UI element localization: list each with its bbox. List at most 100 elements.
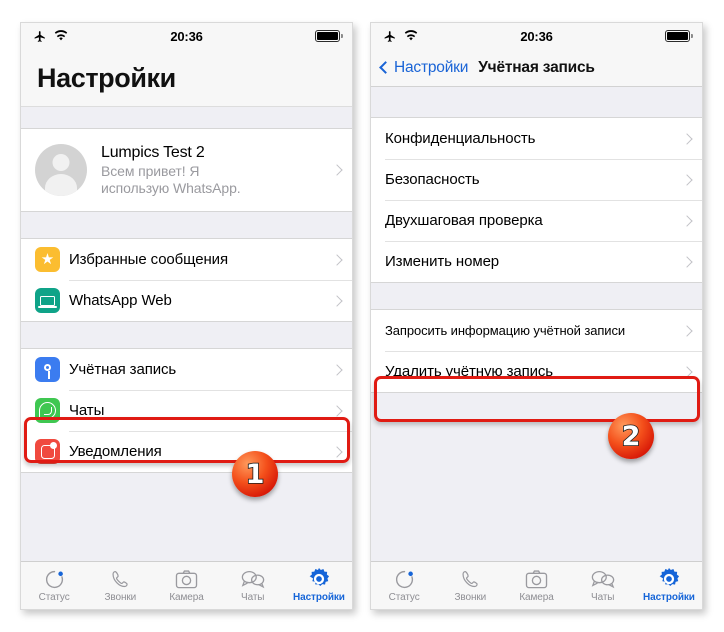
star-icon: ★ bbox=[35, 247, 60, 272]
tab-label: Статус bbox=[38, 592, 70, 603]
tab-camera[interactable]: Камера bbox=[503, 562, 569, 609]
chevron-right-icon bbox=[681, 324, 693, 337]
whatsapp-icon bbox=[35, 398, 60, 423]
profile-row[interactable]: Lumpics Test 2 Всем привет! Я использую … bbox=[21, 129, 352, 211]
chat-bubbles-icon bbox=[591, 568, 615, 590]
row-label: Избранные сообщения bbox=[69, 251, 228, 268]
tab-settings[interactable]: Настройки bbox=[286, 562, 352, 609]
list-item-security[interactable]: Безопасность bbox=[371, 159, 702, 200]
tab-label: Камера bbox=[519, 592, 554, 603]
row-label: Учётная запись bbox=[69, 361, 177, 378]
profile-group: Lumpics Test 2 Всем привет! Я использую … bbox=[21, 128, 352, 212]
section-gap bbox=[21, 107, 352, 128]
chevron-left-icon bbox=[379, 61, 392, 74]
chevron-right-icon bbox=[681, 173, 693, 186]
back-button-label: Настройки bbox=[394, 58, 469, 76]
gear-icon bbox=[658, 568, 680, 590]
tab-status[interactable]: Статус bbox=[371, 562, 437, 609]
step-badge-1-label: 1 bbox=[245, 458, 265, 490]
account-list[interactable]: Конфиденциальность Безопасность Двухшаго… bbox=[371, 87, 702, 561]
profile-status-line-1: Всем привет! Я bbox=[101, 162, 200, 179]
battery-full-icon bbox=[665, 30, 693, 42]
list-item-two-step-verification[interactable]: Двухшаговая проверка bbox=[371, 200, 702, 241]
tab-label: Звонки bbox=[454, 592, 487, 603]
tab-bar-right[interactable]: Статус Звонки Камера Чаты Настройки bbox=[371, 561, 702, 609]
sidebar-item-whatsapp-web[interactable]: WhatsApp Web bbox=[21, 280, 352, 321]
step-badge-1: 1 bbox=[232, 451, 278, 497]
tab-calls[interactable]: Звонки bbox=[437, 562, 503, 609]
row-label: Двухшаговая проверка bbox=[385, 212, 543, 229]
tab-bar-left[interactable]: Статус Звонки Камера Чаты Настройки bbox=[21, 561, 352, 609]
chevron-right-icon bbox=[331, 294, 343, 307]
tab-label: Настройки bbox=[642, 592, 695, 603]
status-bar-left: 20:36 bbox=[21, 23, 352, 49]
row-label: Чаты bbox=[69, 402, 105, 419]
settings-group-1: ★ Избранные сообщения WhatsApp Web bbox=[21, 238, 352, 322]
page-title: Настройки bbox=[37, 63, 176, 93]
back-button[interactable]: Настройки bbox=[379, 58, 469, 77]
tab-camera[interactable]: Камера bbox=[153, 562, 219, 609]
laptop-icon bbox=[35, 288, 60, 313]
tab-calls[interactable]: Звонки bbox=[87, 562, 153, 609]
row-label: Запросить информацию учётной записи bbox=[385, 323, 626, 338]
section-gap bbox=[21, 322, 352, 348]
phone-right-account: 20:36 Настройки Учётная запись Конфиденц… bbox=[370, 22, 703, 610]
section-gap bbox=[371, 87, 702, 117]
chevron-right-icon bbox=[331, 363, 343, 376]
section-gap bbox=[21, 212, 352, 238]
chevron-right-icon bbox=[331, 253, 343, 266]
sidebar-item-starred-messages[interactable]: ★ Избранные сообщения bbox=[21, 239, 352, 280]
sidebar-item-notifications[interactable]: Уведомления bbox=[21, 431, 352, 472]
chevron-right-icon bbox=[331, 164, 343, 176]
account-group-2: Запросить информацию учётной записи Удал… bbox=[371, 309, 702, 393]
chevron-right-icon bbox=[331, 404, 343, 417]
tab-status[interactable]: Статус bbox=[21, 562, 87, 609]
tab-settings[interactable]: Настройки bbox=[636, 562, 702, 609]
settings-list-left[interactable]: Lumpics Test 2 Всем привет! Я использую … bbox=[21, 107, 352, 561]
notification-icon bbox=[35, 439, 60, 464]
account-group-1: Конфиденциальность Безопасность Двухшаго… bbox=[371, 117, 702, 283]
chevron-right-icon bbox=[331, 445, 343, 458]
row-label: WhatsApp Web bbox=[69, 292, 172, 309]
tab-chats[interactable]: Чаты bbox=[220, 562, 286, 609]
nav-bar-right: Настройки Учётная запись bbox=[371, 49, 702, 87]
screenshot-stage: 20:36 Настройки Lumpics Test 2 Всем прив… bbox=[0, 0, 724, 632]
sidebar-item-chats[interactable]: Чаты bbox=[21, 390, 352, 431]
tab-label: Звонки bbox=[104, 592, 137, 603]
camera-icon bbox=[525, 568, 548, 590]
profile-name: Lumpics Test 2 bbox=[101, 143, 205, 161]
status-bar-time: 20:36 bbox=[170, 28, 203, 44]
chevron-right-icon bbox=[681, 132, 693, 145]
sidebar-item-account[interactable]: Учётная запись bbox=[21, 349, 352, 390]
status-bar-right-icons bbox=[665, 30, 693, 42]
list-item-request-account-info[interactable]: Запросить информацию учётной записи bbox=[371, 310, 702, 351]
row-label: Уведомления bbox=[69, 443, 162, 460]
step-badge-2-label: 2 bbox=[621, 420, 641, 452]
tab-label: Статус bbox=[388, 592, 420, 603]
gear-icon bbox=[308, 568, 330, 590]
list-item-delete-account[interactable]: Удалить учётную запись bbox=[371, 351, 702, 392]
page-title: Учётная запись bbox=[478, 58, 595, 76]
status-ring-icon bbox=[44, 568, 65, 590]
key-icon bbox=[35, 357, 60, 382]
row-label: Безопасность bbox=[385, 171, 480, 188]
nav-bar-left: Настройки bbox=[21, 49, 352, 107]
profile-status-line-2: использую WhatsApp. bbox=[101, 179, 241, 196]
status-bar-time: 20:36 bbox=[520, 28, 553, 44]
section-gap bbox=[371, 283, 702, 309]
list-item-change-number[interactable]: Изменить номер bbox=[371, 241, 702, 282]
step-badge-2: 2 bbox=[608, 413, 654, 459]
phone-left-settings: 20:36 Настройки Lumpics Test 2 Всем прив… bbox=[20, 22, 353, 610]
chat-bubbles-icon bbox=[241, 568, 265, 590]
camera-icon bbox=[175, 568, 198, 590]
tab-chats[interactable]: Чаты bbox=[570, 562, 636, 609]
row-label: Изменить номер bbox=[385, 253, 500, 270]
tab-label: Чаты bbox=[591, 592, 615, 603]
status-bar-right-icons bbox=[315, 30, 343, 42]
list-item-privacy[interactable]: Конфиденциальность bbox=[371, 118, 702, 159]
tab-label: Камера bbox=[169, 592, 204, 603]
phone-icon bbox=[110, 568, 131, 590]
tab-label: Настройки bbox=[292, 592, 345, 603]
row-label: Конфиденциальность bbox=[385, 130, 536, 147]
status-bar-right: 20:36 bbox=[371, 23, 702, 49]
